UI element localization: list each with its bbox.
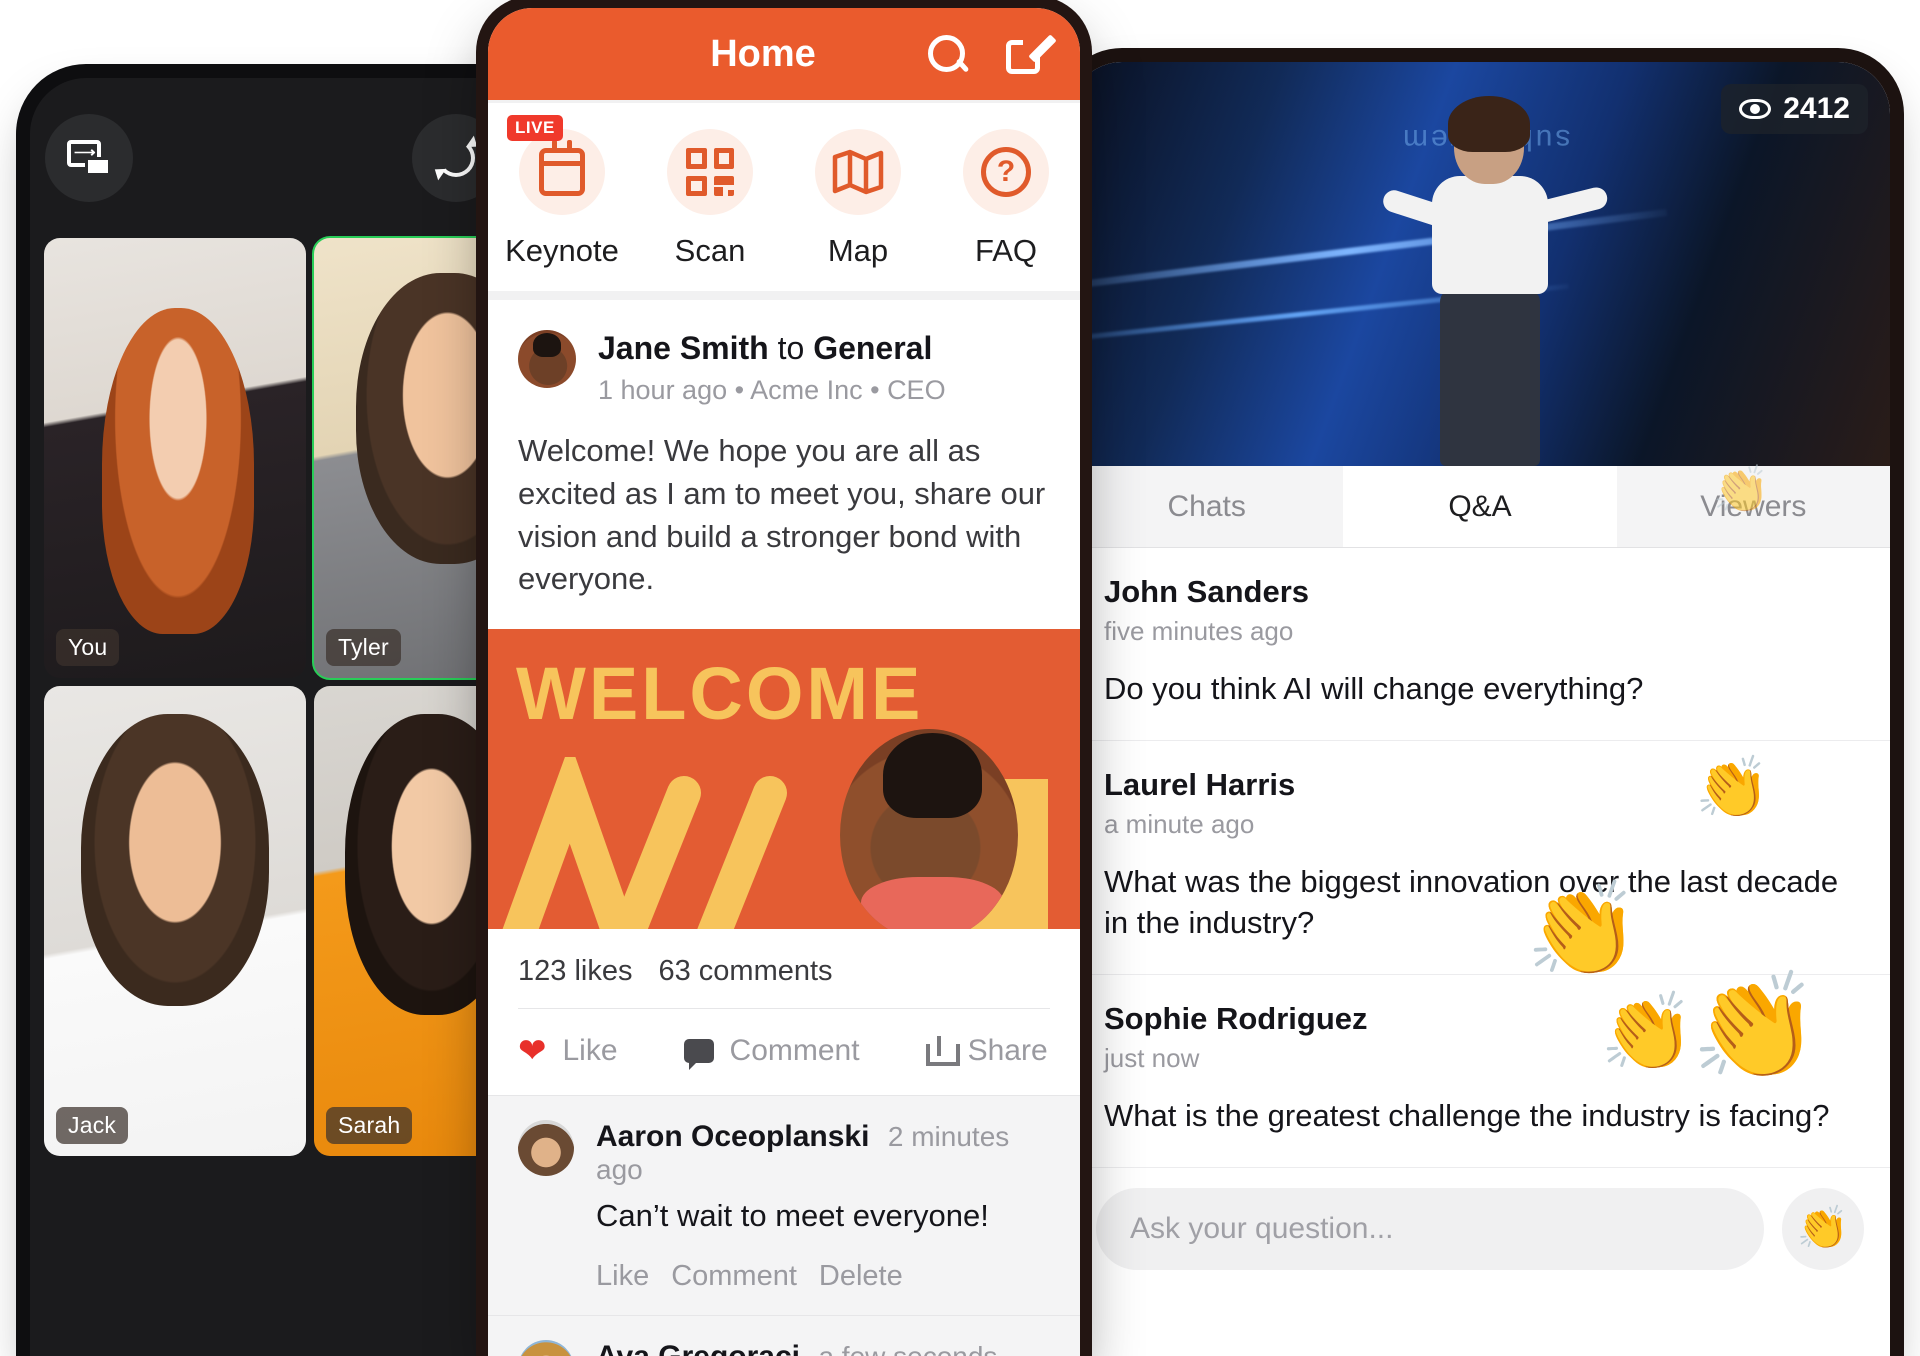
comment-item: Ava Gregoraci a few seconds ago: [488, 1316, 1080, 1356]
post-body: Welcome! We hope you are all as excited …: [518, 433, 1046, 597]
quick-action-label: Scan: [674, 233, 746, 268]
quick-action-scan[interactable]: Scan: [636, 129, 784, 269]
avatar[interactable]: [518, 1340, 574, 1356]
qa-author: Sophie Rodriguez: [1104, 1000, 1368, 1036]
participant-name: Tyler: [326, 629, 401, 666]
flip-camera-button[interactable]: [412, 114, 500, 202]
comment-button[interactable]: Comment: [683, 1034, 860, 1071]
qa-compose-bar: Ask your question... 👏: [1070, 1167, 1890, 1296]
post-meta: 1 hour ago • Acme Inc • CEO: [598, 375, 946, 405]
comment-header: Ava Gregoraci a few seconds ago: [596, 1340, 1050, 1356]
search-icon[interactable]: [928, 35, 966, 73]
qr-code-icon: [667, 129, 753, 215]
quick-action-faq[interactable]: ? FAQ: [932, 129, 1080, 269]
quick-action-label: Map: [827, 233, 889, 268]
participant-name: Sarah: [326, 1107, 413, 1144]
help-circle-icon: ?: [963, 129, 1049, 215]
live-stream-device: subsystem 2412 Chats Q&A Viewers John Sa…: [1070, 62, 1890, 1356]
comment-delete-action[interactable]: Delete: [819, 1260, 903, 1293]
viewer-count-badge: 2412: [1721, 84, 1868, 134]
participant-tile-jack[interactable]: Jack: [44, 686, 306, 1156]
post-counts: 123 likes 63 comments: [488, 929, 1080, 1008]
participant-name: Jack: [56, 1107, 129, 1144]
qa-author: Laurel Harris: [1104, 766, 1296, 802]
picture-in-picture-icon: ⟶: [67, 140, 111, 176]
calendar-icon: LIVE: [507, 115, 605, 215]
header-actions: [928, 34, 1080, 74]
live-stream-video[interactable]: subsystem 2412: [1070, 62, 1890, 466]
share-label: Share: [967, 1034, 1048, 1068]
post-channel[interactable]: General: [813, 330, 932, 366]
banner-title: WELCOME: [516, 652, 924, 736]
quick-actions-row: LIVE Keynote Scan Map ? FAQ: [488, 100, 1080, 300]
comment-item: Aaron Oceoplanski 2 minutes ago Can’t wa…: [488, 1096, 1080, 1317]
tab-chats[interactable]: Chats: [1070, 466, 1344, 547]
speaker-figure: [1380, 96, 1610, 466]
comment-author[interactable]: Aaron Oceoplanski: [596, 1120, 869, 1153]
qa-question: Do you think AI will change everything?: [1104, 671, 1644, 706]
question-input[interactable]: Ask your question...: [1096, 1187, 1764, 1270]
qa-time: a minute ago: [1104, 808, 1255, 839]
qa-author: John Sanders: [1104, 574, 1309, 609]
post-action-bar: ❤ Like Comment Share: [518, 1008, 1050, 1095]
screenshot-stage: ⟶ You Tyler Jack Sarah 2412 Chats Q&A Vi…: [0, 0, 1920, 1356]
comment-text: Can’t wait to meet everyone!: [596, 1198, 989, 1234]
post-to-word: to: [777, 330, 805, 366]
phone-header: Home: [488, 8, 1080, 100]
comments-section: Aaron Oceoplanski 2 minutes ago Can’t wa…: [488, 1095, 1080, 1356]
heart-icon: ❤: [518, 1032, 547, 1071]
participant-video-you: [44, 238, 306, 678]
qa-time: five minutes ago: [1104, 616, 1294, 646]
viewer-count-value: 2412: [1783, 92, 1850, 125]
comment-like-action[interactable]: Like: [596, 1260, 649, 1293]
comment-actions: Like Comment Delete: [596, 1260, 1050, 1293]
eye-icon: [1739, 99, 1772, 119]
share-button[interactable]: Share: [925, 1034, 1048, 1068]
map-icon: [815, 129, 901, 215]
tab-viewers[interactable]: Viewers: [1616, 466, 1890, 547]
comments-count[interactable]: 63 comments: [658, 955, 832, 988]
likes-count[interactable]: 123 likes: [518, 955, 632, 988]
participant-tile-you[interactable]: You: [44, 238, 306, 678]
post-header: Jane Smith to General 1 hour ago • Acme …: [488, 300, 1080, 406]
comment-author[interactable]: Ava Gregoraci: [596, 1340, 800, 1356]
tab-qa[interactable]: Q&A: [1343, 466, 1617, 547]
avatar[interactable]: [518, 330, 576, 388]
post-author[interactable]: Jane Smith: [598, 330, 769, 366]
banner-portrait: [840, 729, 1018, 930]
share-icon: [925, 1036, 960, 1067]
comment-header: Aaron Oceoplanski 2 minutes ago: [596, 1120, 1050, 1186]
phone-device: Home LIVE Keynote Scan Map ? FAQ Jane Sm…: [488, 8, 1080, 1356]
participant-name: You: [56, 629, 120, 666]
avatar[interactable]: [518, 1120, 574, 1177]
quick-action-keynote[interactable]: LIVE Keynote: [488, 115, 636, 269]
post-author-line: Jane Smith to General: [598, 330, 946, 367]
qa-question: What was the biggest innovation over the…: [1104, 863, 1839, 940]
comment-reply-action[interactable]: Comment: [671, 1260, 797, 1293]
qa-list: John Sanders five minutes ago Do you thi…: [1070, 548, 1890, 1168]
stream-tabs: Chats Q&A Viewers: [1070, 466, 1890, 548]
flip-camera-icon: [430, 135, 482, 181]
participant-video-jack: [44, 686, 306, 1156]
compose-icon[interactable]: [1006, 34, 1057, 74]
live-badge: LIVE: [507, 115, 563, 141]
comment-bubble-icon: [683, 1039, 714, 1071]
comment-label: Comment: [729, 1034, 860, 1068]
post-banner-image[interactable]: WELCOME: [488, 629, 1080, 930]
qa-time: just now: [1104, 1042, 1200, 1073]
like-button[interactable]: ❤ Like: [518, 1031, 618, 1071]
qa-item[interactable]: John Sanders five minutes ago Do you thi…: [1070, 548, 1890, 741]
quick-action-label: FAQ: [974, 233, 1037, 268]
quick-action-map[interactable]: Map: [784, 129, 932, 269]
like-label: Like: [562, 1034, 618, 1068]
clap-reaction-button[interactable]: 👏: [1782, 1187, 1864, 1270]
quick-action-label: Keynote: [505, 233, 619, 268]
qa-item[interactable]: Sophie Rodriguez just now What is the gr…: [1070, 975, 1890, 1168]
qa-item[interactable]: Laurel Harris a minute ago What was the …: [1070, 741, 1890, 975]
page-title: Home: [710, 32, 816, 75]
qa-question: What is the greatest challenge the indus…: [1104, 1097, 1830, 1133]
picture-in-picture-button[interactable]: ⟶: [45, 114, 133, 202]
